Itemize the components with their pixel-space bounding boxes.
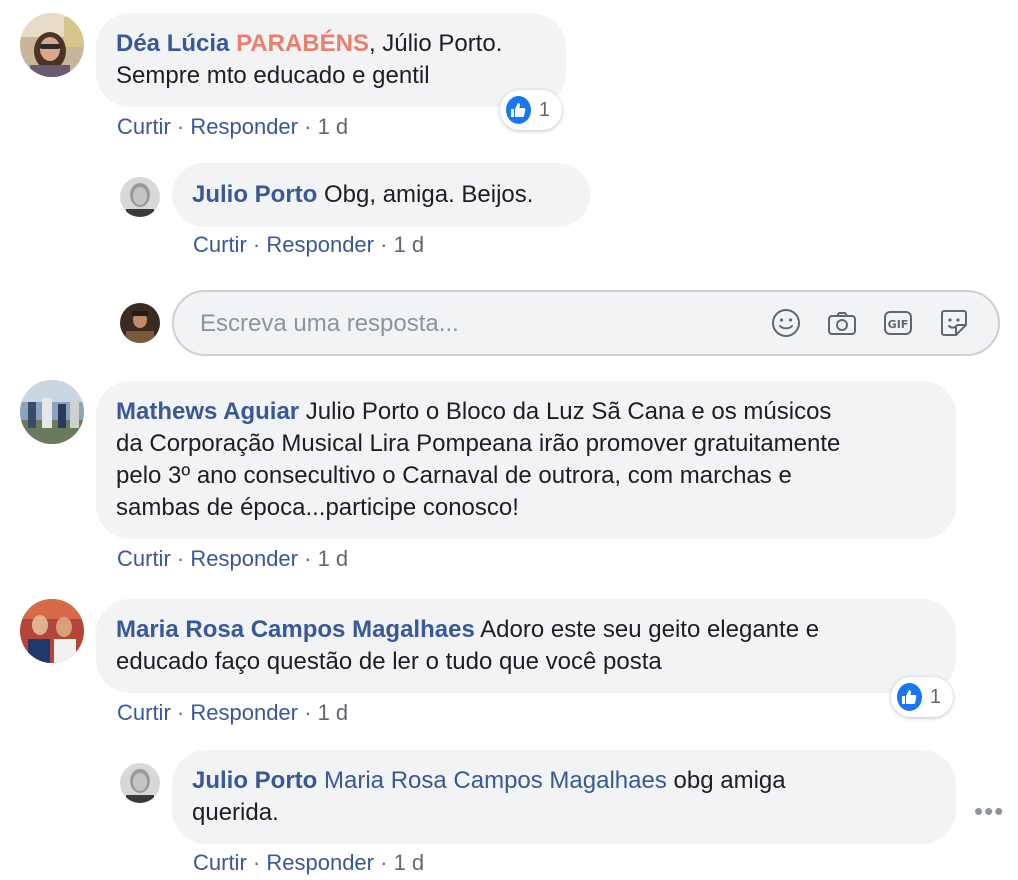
reply-bubble: Julio Porto Obg, amiga. Beijos. [172,163,590,227]
emoji-icon[interactable] [770,307,802,339]
reaction-badge[interactable]: 1 [891,677,953,717]
comment-text: obg amiga [666,767,786,794]
reply-bubble: Julio Porto Maria Rosa Campos Magalhaes … [172,750,956,844]
like-link[interactable]: Curtir [193,232,247,257]
camera-icon[interactable] [826,307,858,339]
avatar-mathews-aguiar[interactable] [20,380,84,444]
reaction-badge[interactable]: 1 [500,90,562,130]
more-options-icon[interactable]: ••• [974,796,1004,827]
timestamp[interactable]: 1 d [394,232,425,257]
like-icon [897,683,922,711]
timestamp[interactable]: 1 d [318,700,349,725]
comment-actions: Curtir · Responder · 1 d [117,114,349,139]
avatar-maria-rosa[interactable] [20,599,84,663]
avatar-current-user [120,303,160,343]
like-link[interactable]: Curtir [117,546,171,571]
comment-author[interactable]: Julio Porto [192,181,317,208]
comment-actions: Curtir · Responder · 1 d [193,850,425,875]
comment-actions: Curtir · Responder · 1 d [117,700,349,725]
reply-link[interactable]: Responder [190,700,298,725]
reply-link[interactable]: Responder [190,114,298,139]
comment-author[interactable]: Mathews Aguiar [116,398,299,425]
sticker-icon[interactable] [938,307,970,339]
like-icon [506,96,531,124]
comment-text: pelo 3º ano consecultivo o Carnaval de o… [116,462,792,489]
comment-text: Sempre mto educado e gentil [116,62,430,89]
like-link[interactable]: Curtir [117,700,171,725]
reply-input[interactable] [198,292,742,356]
reaction-count: 1 [538,98,550,121]
comment-highlight: PARABÉNS [236,30,369,57]
reply-link[interactable]: Responder [190,546,298,571]
avatar-julio-porto[interactable] [120,763,160,803]
comment-text: , Júlio Porto. [368,30,503,57]
reply-link[interactable]: Responder [266,850,374,875]
comment-text: querida. [192,799,279,826]
tagged-user[interactable]: Maria Rosa Campos Magalhaes [324,767,667,794]
gif-label: GIF [888,318,909,331]
reply-link[interactable]: Responder [266,232,374,257]
reply-composer: GIF [172,290,1000,356]
comment-text: Obg, amiga. Beijos. [317,181,534,208]
like-link[interactable]: Curtir [193,850,247,875]
comment-text: da Corporação Musical Lira Pompeana irão… [116,430,841,457]
comment-bubble: Maria Rosa Campos Magalhaes Adoro este s… [96,599,956,693]
comment-actions: Curtir · Responder · 1 d [117,546,349,571]
comment-bubble: Déa Lúcia PARABÉNS, Júlio Porto. Sempre … [96,13,566,107]
comment-text: Julio Porto o Bloco da Luz Sã Cana e os … [299,398,832,425]
comment-text: sambas de época...participe conosco! [116,494,519,521]
timestamp[interactable]: 1 d [318,546,349,571]
gif-icon[interactable]: GIF [882,307,914,339]
like-link[interactable]: Curtir [117,114,171,139]
timestamp[interactable]: 1 d [394,850,425,875]
comment-author[interactable]: Déa Lúcia [116,30,229,57]
avatar-julio-porto[interactable] [120,177,160,217]
comment-text: Adoro este seu geito elegante e [474,616,820,643]
reaction-count: 1 [929,685,941,708]
comment-actions: Curtir · Responder · 1 d [193,232,425,257]
timestamp[interactable]: 1 d [318,114,349,139]
avatar-dea-lucia[interactable] [20,13,84,77]
comment-text: educado faço questão de ler o tudo que v… [116,648,662,675]
comment-bubble: Mathews Aguiar Julio Porto o Bloco da Lu… [96,381,956,539]
comment-author[interactable]: Maria Rosa Campos Magalhaes [116,616,475,643]
comment-author[interactable]: Julio Porto [192,767,317,794]
